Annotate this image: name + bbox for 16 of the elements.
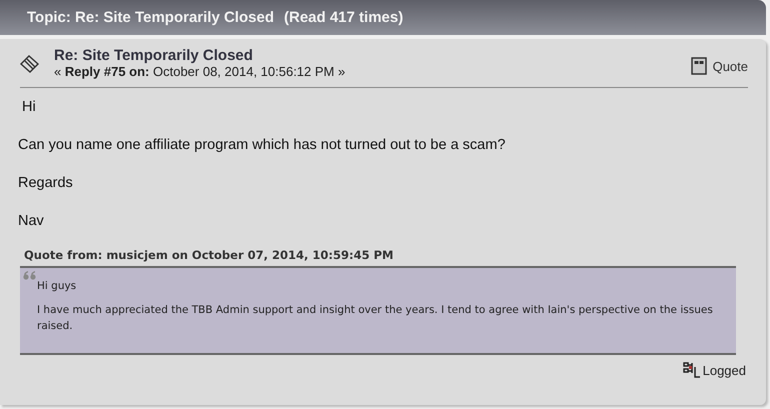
post-text: Hi	[22, 98, 37, 117]
quote-mark-icon	[23, 271, 37, 281]
post-text: Nav	[18, 212, 45, 231]
logged-status: Logged	[682, 361, 746, 379]
post-subject[interactable]: Re: Site Temporarily Closed	[54, 47, 691, 64]
read-count: (Read 417 times)	[284, 9, 404, 26]
post-text: Can you name one affiliate program which has not turned out to be a scam?	[18, 136, 506, 155]
reply-info: « Reply #75 on: October 08, 2014, 10:56:12 PM »	[54, 64, 346, 79]
quote-button[interactable]: Quote	[690, 57, 748, 75]
quote-text: Hi guys	[37, 279, 78, 294]
topic-title: Topic: Re: Site Temporarily Closed	[27, 9, 274, 26]
document-icon	[690, 57, 707, 75]
post-text: Regards	[18, 174, 74, 193]
quote-header: Quote from: musicjem on October 07, 2014, 10:59:45 PM	[24, 248, 394, 262]
network-icon	[682, 361, 701, 379]
quote-text: I have much appreciated the TBB Admin support and insight over the years. I tend to agree with Iain's perspective on the issues raised.	[37, 303, 714, 334]
